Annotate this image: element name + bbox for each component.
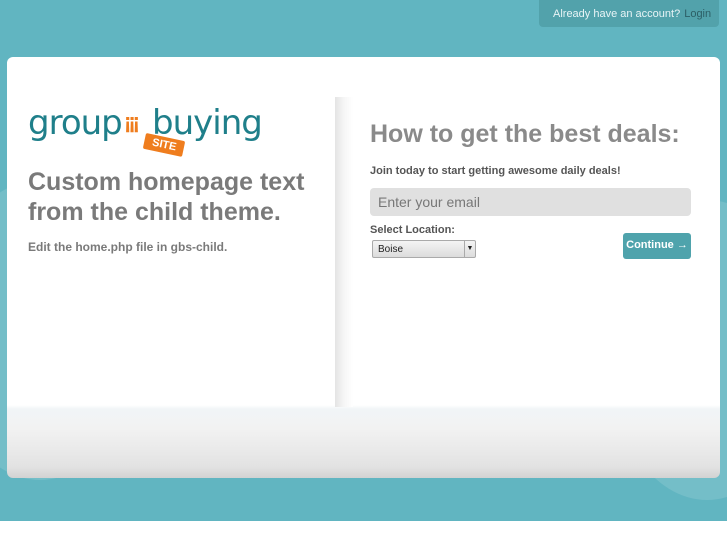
email-input[interactable] [370,188,691,216]
homepage-heading: Custom homepage text from the child them… [28,168,305,226]
logo[interactable]: group ¡¡¡ buying SITE [28,103,263,163]
logo-text-group: group [28,103,123,143]
divider [335,97,353,407]
location-label: Select Location: [370,224,455,236]
chevron-down-icon: ▼ [464,241,475,257]
location-value: Boise [378,244,404,255]
deals-heading: How to get the best deals: [370,120,680,148]
login-link[interactable]: Login [684,8,711,20]
main-card: group ¡¡¡ buying SITE Custom homepage te… [7,57,720,478]
people-icon: ¡¡¡ [124,109,140,134]
account-prompt: Already have an account? [553,8,681,20]
join-text: Join today to start getting awesome dail… [370,165,621,177]
login-bar: Already have an account? Login [539,0,719,27]
homepage-subtext: Edit the home.php file in gbs-child. [28,240,228,254]
location-select[interactable]: Boise ▼ [372,240,476,258]
continue-button[interactable]: Continue → [623,233,691,259]
